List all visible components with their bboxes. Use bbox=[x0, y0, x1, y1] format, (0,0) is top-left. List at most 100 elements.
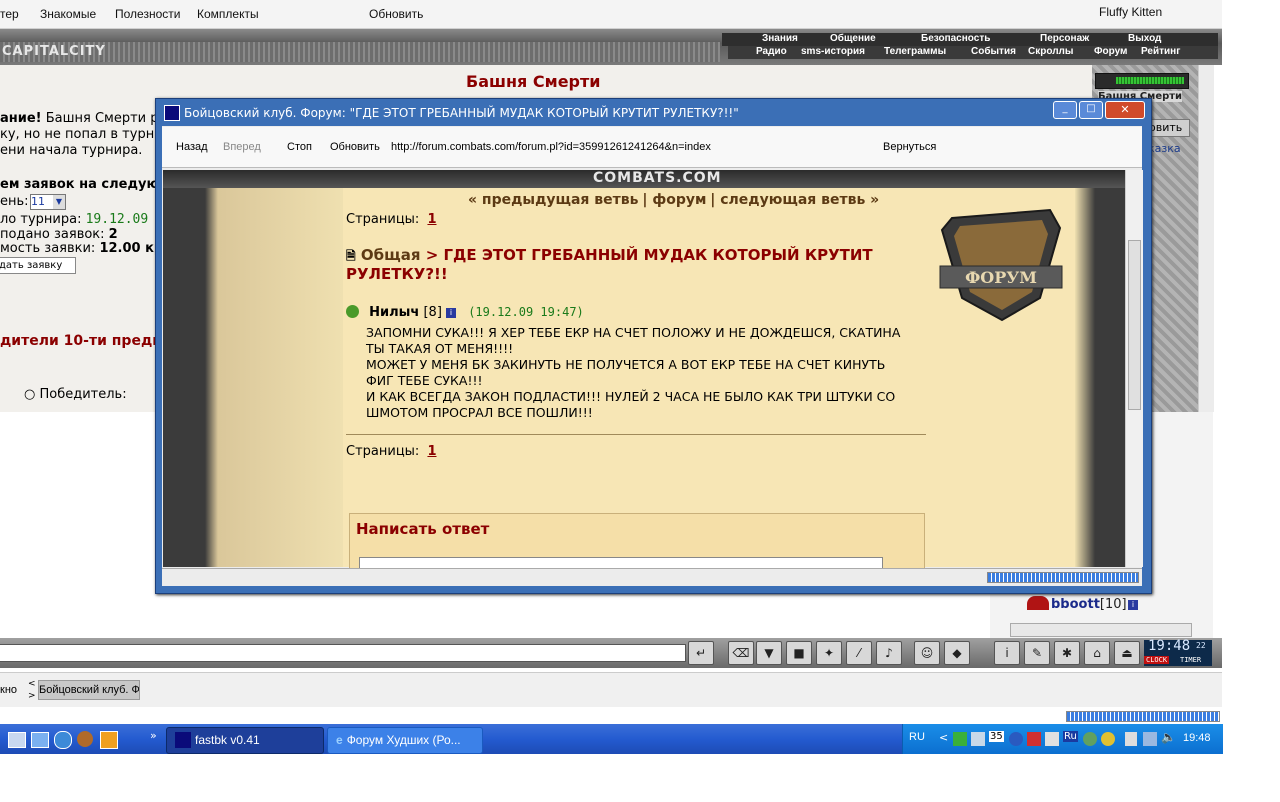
nav-sms[interactable]: sms-история bbox=[801, 46, 865, 57]
taskbar-btn-fastbk[interactable]: fastbk v0.41 bbox=[166, 727, 324, 754]
back-button[interactable]: Назад bbox=[176, 141, 208, 153]
tray-icon-5[interactable] bbox=[1045, 732, 1059, 746]
lock-icon[interactable]: ⌂ bbox=[1084, 641, 1110, 665]
nav-character[interactable]: Персонаж bbox=[1040, 33, 1089, 44]
play-icon[interactable] bbox=[100, 731, 118, 749]
system-tray: RU < 35 Ru 🔈 19:48 bbox=[902, 724, 1223, 754]
menu-item-refresh[interactable]: Обновить bbox=[369, 7, 423, 21]
post-author-level: [8] bbox=[423, 305, 442, 320]
chevron-right-icon[interactable]: » bbox=[150, 729, 157, 742]
submit-application-button[interactable]: дать заявку bbox=[0, 257, 76, 274]
menu-item-friends[interactable]: Знакомые bbox=[40, 7, 96, 21]
window-tab-partial[interactable]: кно bbox=[0, 684, 17, 696]
game-scrollbar[interactable] bbox=[1198, 65, 1214, 412]
right-link[interactable]: казка bbox=[1148, 142, 1181, 155]
nav-scrolls[interactable]: Скроллы bbox=[1028, 46, 1073, 57]
tray-icon-2[interactable] bbox=[971, 732, 985, 746]
nav-communication[interactable]: Общение bbox=[830, 33, 876, 44]
url-field[interactable]: http://forum.combats.com/forum.pl?id=359… bbox=[391, 141, 711, 153]
nav-telegrams[interactable]: Телеграммы bbox=[884, 46, 946, 57]
nav-knowledge[interactable]: Знания bbox=[762, 33, 798, 44]
app-windows-row bbox=[0, 672, 1222, 707]
tab-arrows-icon[interactable]: < > bbox=[28, 678, 36, 702]
network-icon[interactable] bbox=[1143, 732, 1157, 746]
tray-icon-6[interactable] bbox=[1083, 732, 1097, 746]
window-icon[interactable] bbox=[31, 732, 49, 748]
page-title: Башня Смерти bbox=[466, 72, 601, 91]
chevron-down-icon[interactable]: ▼ bbox=[53, 195, 65, 209]
tray-icon-7[interactable] bbox=[1101, 732, 1115, 746]
menu-item-sets[interactable]: Комплекты bbox=[197, 7, 259, 21]
tray-counter[interactable]: 35 bbox=[989, 731, 1004, 742]
apps-row: подано заявок: 2 bbox=[0, 227, 118, 242]
taskbar-btn-forum[interactable]: e Форум Худших (Ро... bbox=[327, 727, 483, 754]
online-hscroll[interactable] bbox=[1010, 623, 1192, 637]
filter-icon[interactable]: ▼ bbox=[756, 641, 782, 665]
menu-item-partial[interactable]: тер bbox=[0, 7, 19, 21]
tray-icon-4[interactable] bbox=[1027, 732, 1041, 746]
nav-security[interactable]: Безопасность bbox=[921, 33, 990, 44]
minimize-icon[interactable]: _ bbox=[1053, 101, 1077, 119]
window-titlebar[interactable]: Бойцовский клуб. Форум: "ГДЕ ЭТОТ ГРЕБАН… bbox=[160, 100, 1145, 124]
sound-icon[interactable]: ♪ bbox=[876, 641, 902, 665]
page-link[interactable]: 1 bbox=[427, 212, 436, 227]
chat-input[interactable] bbox=[0, 644, 686, 662]
nav-forum[interactable]: Форум bbox=[1094, 46, 1127, 57]
thread-heading: 🗎 Общая > ГДЕ ЭТОТ ГРЕБАННЫЙ МУДАК КОТОР… bbox=[346, 246, 906, 283]
tray-icon-3[interactable] bbox=[1009, 732, 1023, 746]
tray-ru-icon[interactable]: Ru bbox=[1063, 731, 1078, 742]
stop-button[interactable]: Стоп bbox=[287, 141, 312, 153]
nav-radio[interactable]: Радио bbox=[756, 46, 787, 57]
forum-link[interactable]: форум bbox=[652, 192, 706, 208]
apps-heading: ем заявок на следующ bbox=[0, 177, 174, 192]
tray-icon-1[interactable] bbox=[953, 732, 967, 746]
media-icon[interactable] bbox=[77, 731, 93, 747]
smile-icon[interactable]: ☺ bbox=[914, 641, 940, 665]
return-button[interactable]: Вернуться bbox=[883, 141, 936, 153]
close-icon[interactable]: ✕ bbox=[1105, 101, 1145, 119]
browser-toolbar: Назад Вперед Стоп Обновить http://forum.… bbox=[162, 127, 1142, 168]
refresh-button[interactable]: Обновить bbox=[330, 141, 380, 153]
exit-icon[interactable]: ⏏ bbox=[1114, 641, 1140, 665]
prev-thread-link[interactable]: « предыдущая ветвь bbox=[468, 192, 638, 208]
desktop-icon[interactable] bbox=[8, 732, 26, 748]
clock-seconds: 22 bbox=[1196, 641, 1206, 650]
eraser-icon[interactable]: ⌫ bbox=[728, 641, 754, 665]
nav-exit[interactable]: Выход bbox=[1128, 33, 1161, 44]
forum-scrollbar[interactable] bbox=[1125, 170, 1143, 567]
page-link[interactable]: 1 bbox=[427, 444, 436, 459]
section-link[interactable]: Общая bbox=[361, 246, 421, 264]
volume-icon[interactable]: 🔈 bbox=[1161, 730, 1176, 744]
window-tab-fightclub[interactable]: Бойцовский клуб. Ф bbox=[38, 680, 140, 700]
nav-events[interactable]: События bbox=[971, 46, 1016, 57]
save-icon[interactable]: ■ bbox=[786, 641, 812, 665]
scroll-thumb[interactable] bbox=[1128, 240, 1141, 410]
info-icon[interactable]: i bbox=[1128, 600, 1138, 610]
right-refresh-button[interactable]: овить bbox=[1148, 119, 1190, 137]
enter-icon[interactable]: ↵ bbox=[688, 641, 714, 665]
menu-item-utilities[interactable]: Полезности bbox=[115, 7, 180, 21]
info-icon[interactable]: i bbox=[446, 308, 457, 318]
post-author[interactable]: Нилыч bbox=[369, 305, 419, 320]
logo-strip bbox=[0, 42, 720, 62]
online-user[interactable]: bboott[10] bbox=[1051, 597, 1127, 612]
info-panel-icon[interactable]: i bbox=[994, 641, 1020, 665]
pen-icon[interactable]: ✎ bbox=[1024, 641, 1050, 665]
clan-chat-icon[interactable]: ◆ bbox=[944, 641, 970, 665]
fight-icon[interactable]: ✦ bbox=[816, 641, 842, 665]
next-thread-link[interactable]: следующая ветвь » bbox=[720, 192, 879, 208]
level-select[interactable]: 11 ▼ bbox=[30, 194, 66, 210]
post-line: И КАК ВСЕГДА ЗАКОН ПОДЛАСТИ!!! НУЛЕЙ 2 Ч… bbox=[366, 389, 896, 404]
private-icon[interactable]: ⁄ bbox=[846, 641, 872, 665]
forward-button[interactable]: Вперед bbox=[223, 141, 261, 153]
browser-icon[interactable] bbox=[54, 731, 72, 749]
nav-rating[interactable]: Рейтинг bbox=[1141, 46, 1180, 57]
forum-emblem: ФОРУМ bbox=[939, 208, 1063, 322]
tray-icon-8[interactable] bbox=[1125, 732, 1137, 746]
divider bbox=[346, 434, 926, 435]
language-indicator[interactable]: RU bbox=[909, 731, 925, 743]
maximize-icon[interactable]: □ bbox=[1079, 101, 1103, 119]
gear-icon[interactable]: ✱ bbox=[1054, 641, 1080, 665]
tray-expand-icon[interactable]: < bbox=[939, 731, 948, 744]
post-line: МОЖЕТ У МЕНЯ БК ЗАКИНУТЬ НЕ ПОЛУЧЕТСЯ А … bbox=[366, 357, 886, 372]
